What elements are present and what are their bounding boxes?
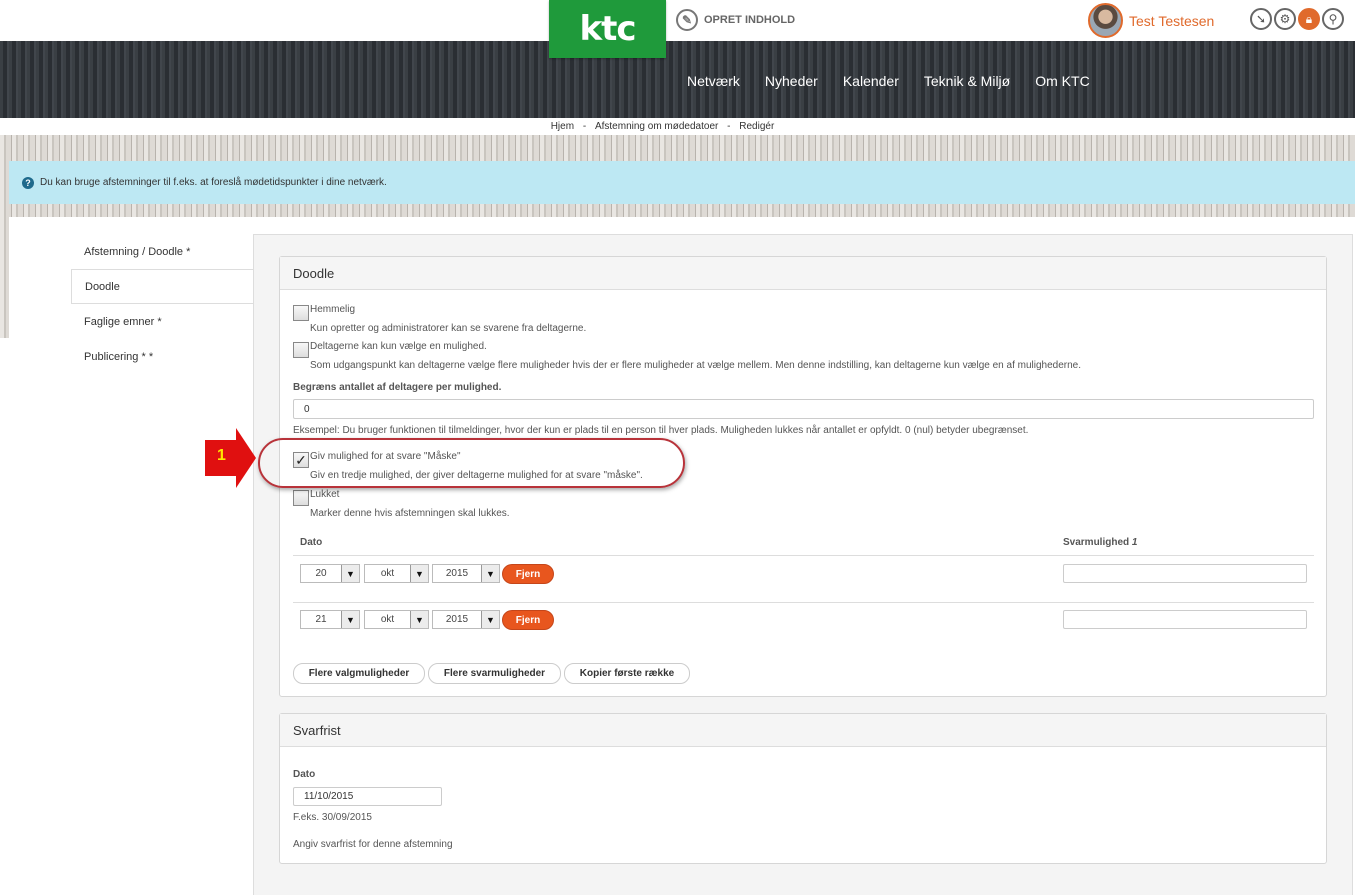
top-bar: ✎ OPRET INDHOLD Test Testesen ➘ ⚙ 🔒︎ ⚲ <box>0 0 1355 41</box>
lock-icon[interactable]: 🔒︎ <box>1298 8 1320 30</box>
nav-item-kalender[interactable]: Kalender <box>843 73 899 89</box>
deadline-help: Angiv svarfrist for denne afstemning <box>293 839 453 850</box>
breadcrumb-home[interactable]: Hjem <box>551 121 574 132</box>
sidebar-item-poll[interactable]: Afstemning / Doodle * <box>71 234 254 269</box>
dropdown-arrow-icon: ▼ <box>481 565 499 582</box>
deadline-panel-title: Svarfrist <box>280 714 1326 747</box>
sidebar-item-doodle[interactable]: Doodle <box>71 269 254 304</box>
more-answers-button[interactable]: Flere svarmuligheder <box>428 663 561 684</box>
deadline-date-label: Dato <box>293 769 316 780</box>
deadline-date-input[interactable]: 11/10/2015 <box>293 787 442 806</box>
deadline-example: F.eks. 30/09/2015 <box>293 812 372 823</box>
breadcrumb-current: Redigér <box>739 121 775 132</box>
sidebar: Afstemning / Doodle * Doodle Faglige emn… <box>71 234 254 374</box>
single-choice-help: Som udgangspunkt kan deltagerne vælge fl… <box>310 360 1082 371</box>
dropdown-arrow-icon: ▼ <box>341 611 359 628</box>
gear-icon[interactable]: ⚙ <box>1274 8 1296 30</box>
secret-label: Hemmelig <box>310 304 356 315</box>
breadcrumb-separator: - <box>727 121 731 132</box>
nav-item-netvaerk[interactable]: Netværk <box>687 73 740 89</box>
closed-label: Lukket <box>310 489 340 500</box>
search-icon[interactable]: ⚲ <box>1322 8 1344 30</box>
dropdown-arrow-icon: ▼ <box>481 611 499 628</box>
closed-checkbox[interactable] <box>293 490 309 506</box>
question-icon: ? <box>22 176 34 189</box>
ktc-logo[interactable]: ktc <box>549 0 666 58</box>
single-choice-label: Deltagerne kan kun vælge en mulighed. <box>310 341 487 352</box>
day-select[interactable]: 21 ▼ <box>300 610 360 629</box>
create-content-label: OPRET INDHOLD <box>704 14 796 26</box>
limit-input[interactable]: 0 <box>293 399 1314 419</box>
remove-row-button[interactable]: Fjern <box>502 610 554 630</box>
month-select[interactable]: okt ▼ <box>364 564 429 583</box>
answer-input[interactable] <box>1063 610 1307 629</box>
single-choice-checkbox[interactable] <box>293 342 309 358</box>
avatar <box>1088 3 1123 38</box>
month-select[interactable]: okt ▼ <box>364 610 429 629</box>
year-select[interactable]: 2015 ▼ <box>432 564 500 583</box>
breadcrumb: Hjem - Afstemning om mødedatoer - Redigé… <box>0 121 1325 132</box>
edit-icon: ✎ <box>676 9 698 31</box>
day-select[interactable]: 20 ▼ <box>300 564 360 583</box>
secret-help: Kun opretter og administratorer kan se s… <box>310 323 587 334</box>
tool-icons: ➘ ⚙ 🔒︎ ⚲ <box>1250 8 1344 30</box>
dropdown-arrow-icon: ▼ <box>341 565 359 582</box>
year-value: 2015 <box>445 568 469 579</box>
remove-row-button[interactable]: Fjern <box>502 564 554 584</box>
doodle-panel-title: Doodle <box>280 257 1326 290</box>
nav-banner <box>0 41 1355 118</box>
nav-item-teknik-miljo[interactable]: Teknik & Miljø <box>924 73 1010 89</box>
breadcrumb-poll[interactable]: Afstemning om mødedatoer <box>595 121 718 132</box>
answer-column-number: 1 <box>1131 537 1138 548</box>
highlight-ring <box>258 438 685 488</box>
create-content-button[interactable]: ✎ OPRET INDHOLD <box>676 9 795 31</box>
divider <box>293 555 1314 556</box>
year-value: 2015 <box>445 614 469 625</box>
info-text: Du kan bruge afstemninger til f.eks. at … <box>40 177 387 188</box>
month-value: okt <box>380 614 395 625</box>
info-banner: ? Du kan bruge afstemninger til f.eks. a… <box>9 161 1355 204</box>
main-nav: Netværk Nyheder Kalender Teknik & Miljø … <box>687 73 1090 89</box>
day-value: 20 <box>315 568 327 579</box>
secret-checkbox[interactable] <box>293 305 309 321</box>
date-column-header: Dato <box>300 537 323 548</box>
nav-item-nyheder[interactable]: Nyheder <box>765 73 818 89</box>
dropdown-arrow-icon: ▼ <box>410 565 428 582</box>
user-name: Test Testesen <box>1129 12 1215 29</box>
day-value: 21 <box>315 614 327 625</box>
nav-item-om-ktc[interactable]: Om KTC <box>1035 73 1089 89</box>
annotation-number: 1 <box>217 447 226 464</box>
copy-first-row-button[interactable]: Kopier første række <box>564 663 690 684</box>
answer-column-label: Svarmulighed <box>1063 537 1130 548</box>
month-value: okt <box>380 568 395 579</box>
breadcrumb-separator: - <box>582 121 587 132</box>
year-select[interactable]: 2015 ▼ <box>432 610 500 629</box>
sidebar-item-publishing[interactable]: Publicering * * <box>71 339 254 374</box>
limit-help: Eksempel: Du bruger funktionen til tilme… <box>293 425 1029 436</box>
sidebar-item-topics[interactable]: Faglige emner * <box>71 304 254 339</box>
answer-input[interactable] <box>1063 564 1307 583</box>
closed-help: Marker denne hvis afstemningen skal lukk… <box>310 508 510 519</box>
annotation-arrow-head <box>236 428 256 488</box>
user-menu[interactable]: Test Testesen <box>1088 3 1214 38</box>
dropdown-arrow-icon: ▼ <box>410 611 428 628</box>
more-options-button[interactable]: Flere valgmuligheder <box>293 663 425 684</box>
answer-column-header: Svarmulighed 1 <box>1063 537 1137 548</box>
limit-label: Begræns antallet af deltagere per muligh… <box>293 382 502 393</box>
pin-icon[interactable]: ➘ <box>1250 8 1272 30</box>
divider <box>293 602 1314 603</box>
